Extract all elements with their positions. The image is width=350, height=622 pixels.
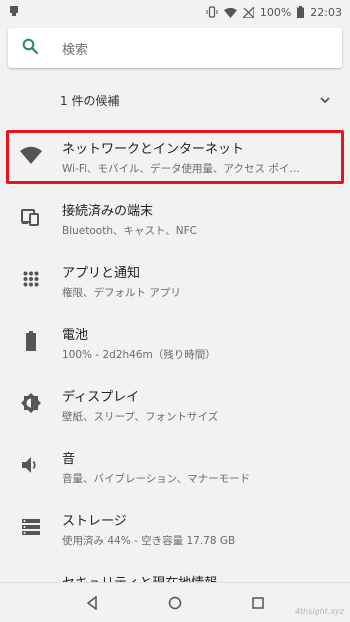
search-icon (22, 38, 39, 58)
settings-item-title: ディスプレイ (62, 390, 140, 405)
storage-icon (20, 516, 42, 538)
recents-icon (252, 596, 265, 609)
settings-item-display[interactable]: ディスプレイ 壁紙、スリープ、フォントサイズ (0, 372, 350, 434)
suggestion-row[interactable]: 1 件の候補 (0, 80, 350, 120)
settings-item-subtitle: 音量、バイブレーション、マナーモード (62, 473, 251, 485)
suggestion-label: 1 件の候補 (60, 93, 120, 108)
chevron-down-icon[interactable] (318, 92, 332, 111)
settings-item-subtitle: 使用済み 44% - 空き容量 17.78 GB (62, 535, 236, 547)
settings-item-connected-devices[interactable]: 接続済みの端末 Bluetooth、キャスト、NFC (0, 186, 350, 248)
settings-item-title: 接続済みの端末 (62, 204, 154, 219)
settings-item-network[interactable]: ネットワークとインターネット Wi-Fi、モバイル、データ使用量、アクセス ポイ… (0, 124, 350, 186)
settings-item-subtitle: 権限、デフォルト アプリ (62, 287, 181, 299)
navigation-bar (0, 582, 350, 622)
watermark: 4thsight.xyz (294, 607, 344, 616)
battery-status-icon (297, 6, 305, 18)
search-bar[interactable]: 検索 (8, 28, 342, 68)
clock: 22:03 (310, 5, 342, 19)
settings-item-subtitle: 壁紙、スリープ、フォントサイズ (62, 411, 219, 423)
battery-percent: 100% (259, 5, 292, 19)
settings-item-battery[interactable]: 電池 100% - 2d2h46m（残り時間） (0, 310, 350, 372)
recents-button[interactable] (243, 588, 273, 618)
settings-item-sound[interactable]: 音 音量、バイブレーション、マナーモード (0, 434, 350, 496)
no-signal-icon (242, 6, 254, 18)
back-button[interactable] (77, 588, 107, 618)
settings-item-subtitle: Bluetooth、キャスト、NFC (62, 225, 197, 237)
apps-grid-icon (20, 268, 42, 290)
wifi-icon (20, 144, 42, 166)
volume-icon (20, 454, 42, 476)
home-icon (168, 596, 182, 609)
settings-item-title: ストレージ (62, 514, 127, 529)
search-input[interactable]: 検索 (62, 39, 88, 58)
settings-item-apps[interactable]: アプリと通知 権限、デフォルト アプリ (0, 248, 350, 310)
settings-list: ネットワークとインターネット Wi-Fi、モバイル、データ使用量、アクセス ポイ… (0, 124, 350, 620)
brightness-icon (20, 392, 42, 414)
devices-icon (20, 206, 42, 228)
settings-item-title: ネットワークとインターネット (62, 142, 245, 157)
settings-item-subtitle: Wi-Fi、モバイル、データ使用量、アクセス ポイ… (62, 163, 300, 175)
settings-item-title: 音 (62, 452, 76, 467)
wifi-status-icon (223, 7, 237, 18)
battery-icon (20, 330, 42, 352)
notification-icon (8, 5, 20, 20)
back-icon (86, 595, 97, 610)
vibrate-icon (206, 6, 218, 18)
settings-item-title: アプリと通知 (62, 266, 141, 281)
status-bar: 100% 22:03 (0, 0, 350, 24)
home-button[interactable] (160, 588, 190, 618)
settings-item-title: 電池 (62, 328, 89, 343)
settings-item-storage[interactable]: ストレージ 使用済み 44% - 空き容量 17.78 GB (0, 496, 350, 558)
settings-item-subtitle: 100% - 2d2h46m（残り時間） (62, 349, 216, 361)
